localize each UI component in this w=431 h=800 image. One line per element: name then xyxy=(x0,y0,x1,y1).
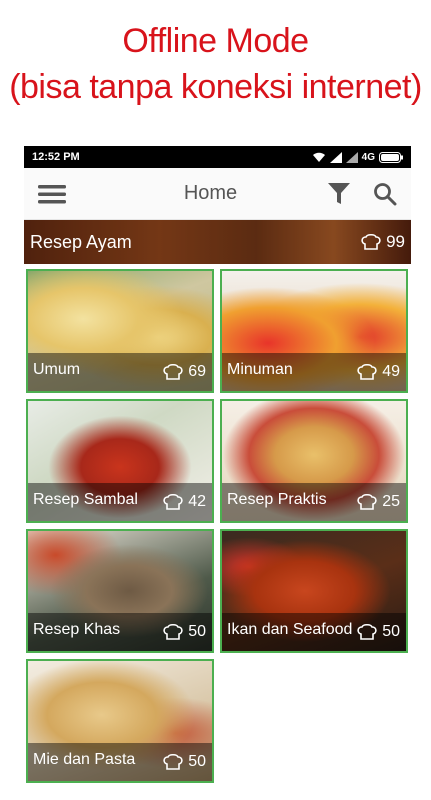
menu-button[interactable] xyxy=(36,178,68,210)
promo-title: Offline Mode xyxy=(122,22,309,60)
filter-button[interactable] xyxy=(323,178,355,210)
category-name: Minuman xyxy=(227,361,293,378)
category-name: Ikan dan Seafood xyxy=(227,621,353,638)
app-bar: Home xyxy=(24,168,411,220)
category-count: 50 xyxy=(162,623,206,641)
category-name: Resep Praktis xyxy=(227,491,327,508)
search-button[interactable] xyxy=(369,178,401,210)
signal-icon-2 xyxy=(345,151,358,163)
category-card-ikan-dan-seafood[interactable]: Ikan dan Seafood 50 xyxy=(220,529,408,653)
wifi-icon xyxy=(312,152,325,162)
category-count: 50 xyxy=(162,753,206,771)
category-card-resep-khas[interactable]: Resep Khas 50 xyxy=(26,529,214,653)
banner-count-value: 99 xyxy=(386,232,405,251)
category-card-minuman[interactable]: Minuman 49 xyxy=(220,269,408,393)
featured-category-banner[interactable]: Resep Ayam 99 xyxy=(24,220,411,264)
chef-hat-icon xyxy=(163,623,183,640)
promo-subtitle: (bisa tanpa koneksi internet) xyxy=(9,68,422,106)
search-icon xyxy=(374,182,397,205)
category-count: 49 xyxy=(356,363,400,381)
category-count: 69 xyxy=(162,363,206,381)
chef-hat-icon xyxy=(163,493,183,510)
chef-hat-icon xyxy=(357,363,377,380)
chef-hat-icon xyxy=(163,363,183,380)
category-count: 50 xyxy=(356,623,400,641)
category-card-resep-sambal[interactable]: Resep Sambal 42 xyxy=(26,399,214,523)
banner-label: Resep Ayam xyxy=(30,232,132,252)
chef-hat-icon xyxy=(357,623,377,640)
category-name: Resep Sambal xyxy=(33,491,138,508)
battery-icon xyxy=(379,151,403,163)
category-name: Resep Khas xyxy=(33,621,121,638)
category-count: 42 xyxy=(162,493,206,511)
category-name: Umum xyxy=(33,361,81,378)
chef-hat-icon xyxy=(163,753,183,770)
phone-screen: 12:52 PM 4G Home Resep Ayam 99 Umum 69 M… xyxy=(24,146,411,800)
network-type: 4G xyxy=(361,151,375,163)
status-time: 12:52 PM xyxy=(32,151,80,163)
category-name: Mie dan Pasta xyxy=(33,751,136,768)
status-bar: 12:52 PM 4G xyxy=(24,146,411,168)
signal-icon xyxy=(329,151,342,163)
page-title: Home xyxy=(183,182,238,204)
category-card-resep-praktis[interactable]: Resep Praktis 25 xyxy=(220,399,408,523)
filter-icon xyxy=(328,182,350,204)
banner-count: 99 xyxy=(360,232,405,252)
category-card-umum[interactable]: Umum 69 xyxy=(26,269,214,393)
category-card-mie-dan-pasta[interactable]: Mie dan Pasta 50 xyxy=(26,659,214,783)
promo-caption: Offline Mode (bisa tanpa koneksi interne… xyxy=(0,18,431,110)
chef-hat-icon xyxy=(361,233,381,250)
status-icons: 4G xyxy=(312,151,403,163)
chef-hat-icon xyxy=(357,493,377,510)
category-count: 25 xyxy=(356,493,400,511)
menu-icon xyxy=(38,184,66,203)
